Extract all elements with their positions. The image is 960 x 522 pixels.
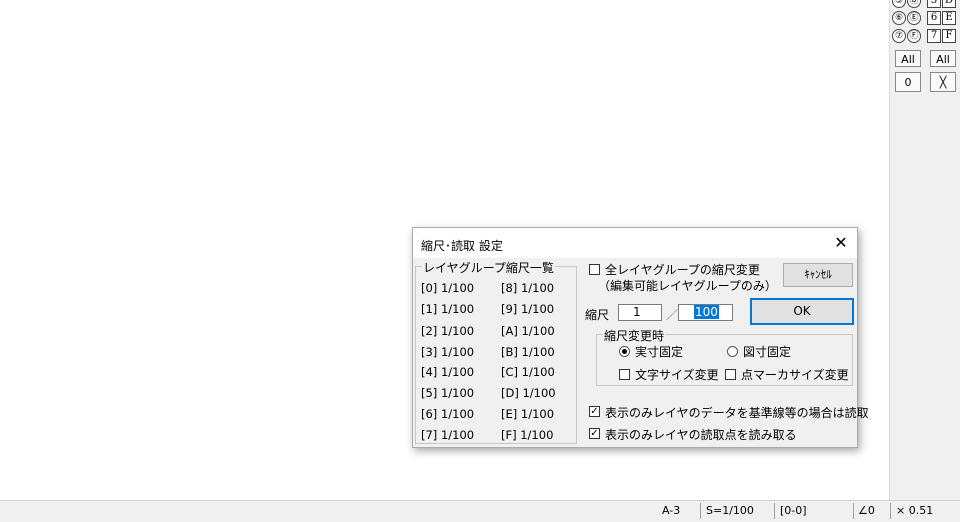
scale-list-item: [8] 1/100	[501, 281, 555, 295]
dialog-titlebar: 縮尺･読取 設定 ✕	[413, 228, 857, 258]
scale-list-item: [E] 1/100	[501, 407, 555, 421]
text-size-change-checkbox[interactable]	[619, 369, 630, 380]
layer-status[interactable]: [0-0]	[780, 504, 807, 517]
read-display-only-ref-checkbox[interactable]: ✓	[589, 406, 600, 417]
group-square-d[interactable]: D	[942, 0, 956, 8]
all-layer-groups-label: 全レイヤグループの縮尺変更	[605, 263, 760, 277]
zero-button[interactable]: 0	[895, 72, 921, 92]
scale-list-item: [A] 1/100	[501, 324, 555, 338]
scale-list-item: [C] 1/100	[501, 365, 555, 379]
status-divider	[700, 503, 701, 519]
scale-list-item: [1] 1/100	[421, 302, 475, 316]
paper-size-status[interactable]: A-3	[662, 504, 680, 517]
status-divider	[853, 503, 854, 519]
dialog-title: 縮尺･読取 設定	[421, 239, 503, 253]
scale-label: 縮尺	[585, 308, 610, 322]
scale-read-settings-dialog: 縮尺･読取 設定 ✕ レイヤグループ縮尺一覧 [0] 1/100 [1] 1/1…	[412, 227, 869, 448]
layer-circle-f[interactable]: Ⓕ	[907, 29, 921, 43]
close-icon[interactable]: ✕	[831, 233, 851, 253]
group-square-5[interactable]: 5	[927, 0, 941, 8]
point-marker-size-change-label: 点マーカサイズ変更	[741, 368, 849, 382]
editable-groups-only-label: （編集可能レイヤグループのみ）	[598, 279, 777, 293]
read-display-only-points-checkbox[interactable]: ✓	[589, 428, 600, 439]
status-divider	[774, 503, 775, 519]
scale-denominator-value: 100	[694, 305, 719, 319]
layer-group-scale-list-label: レイヤグループ縮尺一覧	[422, 259, 555, 276]
drawing-size-fixed-label: 図寸固定	[743, 345, 792, 359]
scale-separator: ／	[666, 308, 679, 322]
group-square-e[interactable]: E	[942, 11, 956, 25]
layer-circle-7[interactable]: ⑦	[892, 29, 906, 43]
text-size-change-label: 文字サイズ変更	[635, 368, 719, 382]
check-mark-icon: ✓	[590, 406, 599, 417]
scale-list-item: [9] 1/100	[501, 302, 555, 316]
read-display-only-points-label: 表示のみレイヤの読取点を読み取る	[605, 428, 797, 442]
read-display-only-ref-label: 表示のみレイヤのデータを基準線等の場合は読取	[605, 406, 869, 420]
scale-list-item: [B] 1/100	[501, 345, 555, 359]
point-marker-size-change-checkbox[interactable]	[725, 369, 736, 380]
scale-list-item: [4] 1/100	[421, 365, 475, 379]
all-layers-button[interactable]: All	[895, 50, 921, 67]
status-divider	[890, 503, 891, 519]
group-square-7[interactable]: 7	[927, 29, 941, 43]
x-button[interactable]: ╳	[930, 72, 956, 92]
scale-list-item: [5] 1/100	[421, 386, 475, 400]
scale-list-item: [D] 1/100	[501, 386, 556, 400]
all-layer-groups-checkbox[interactable]	[589, 264, 600, 275]
scale-list-item: [0] 1/100	[421, 281, 475, 295]
layer-panel: ⑤ Ⓓ 5 D ⑥ Ⓔ 6 E ⑦ Ⓕ 7 F All All 0 ╳	[889, 0, 960, 500]
drawing-size-fixed-radio[interactable]	[727, 346, 738, 357]
scale-list-item: [6] 1/100	[421, 407, 475, 421]
layer-circle-d[interactable]: Ⓓ	[907, 0, 921, 8]
check-mark-icon: ✓	[590, 428, 599, 439]
multiplier-status[interactable]: × 0.51	[896, 504, 933, 517]
actual-size-fixed-label: 実寸固定	[635, 345, 684, 359]
actual-size-fixed-radio[interactable]	[619, 346, 630, 357]
scale-list-item: [F] 1/100	[501, 428, 554, 442]
layer-circle-e[interactable]: Ⓔ	[907, 11, 921, 25]
ok-button[interactable]: OK	[750, 298, 854, 325]
scale-list-item: [3] 1/100	[421, 345, 475, 359]
scale-denominator-input[interactable]: 100	[678, 304, 733, 321]
scale-list-item: [7] 1/100	[421, 428, 475, 442]
cancel-button[interactable]: ｷｬﾝｾﾙ	[783, 263, 853, 287]
scale-list-item: [2] 1/100	[421, 324, 475, 338]
layer-circle-5[interactable]: ⑤	[892, 0, 906, 8]
status-bar: A-3 S=1/100 [0-0] ∠0 × 0.51	[0, 500, 960, 522]
group-square-f[interactable]: F	[942, 29, 956, 43]
all-groups-button[interactable]: All	[930, 50, 956, 67]
angle-status[interactable]: ∠0	[858, 504, 875, 517]
group-square-6[interactable]: 6	[927, 11, 941, 25]
layer-circle-6[interactable]: ⑥	[892, 11, 906, 25]
scale-change-group-label: 縮尺変更時	[603, 327, 666, 344]
scale-status[interactable]: S=1/100	[706, 504, 754, 517]
scale-numerator-input[interactable]: 1	[618, 304, 662, 321]
